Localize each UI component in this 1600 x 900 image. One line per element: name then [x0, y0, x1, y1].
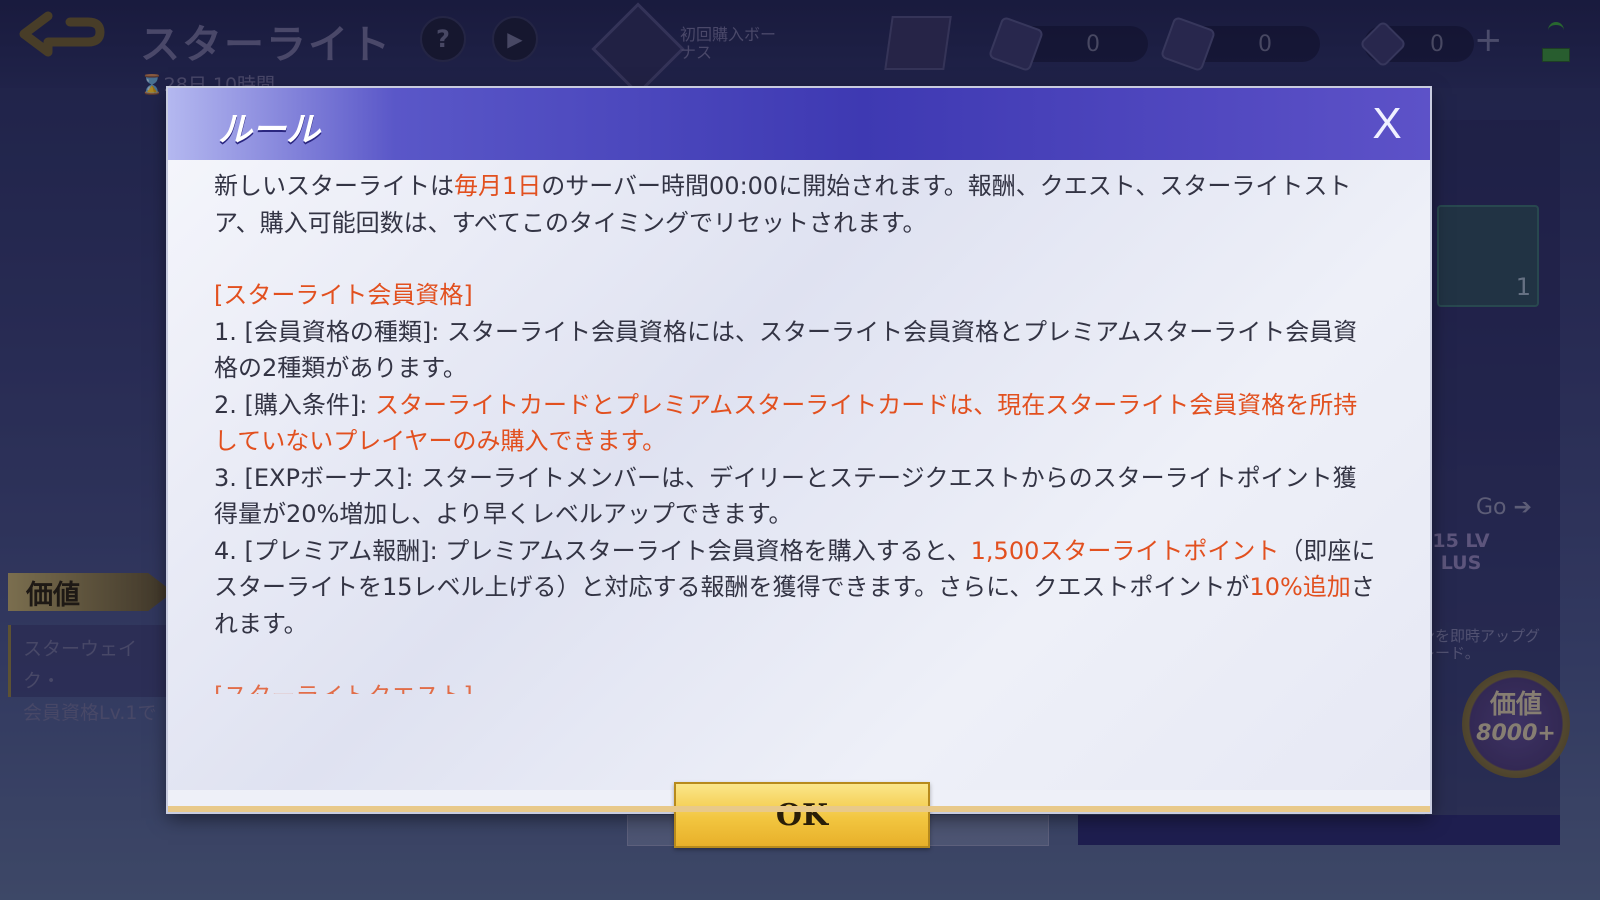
dialog-title: ルール	[218, 110, 320, 150]
rule-item-4: 4. [プレミアム報酬]: プレミアムスターライト会員資格を購入すると、1,50…	[214, 536, 1376, 638]
section-membership-heading: [スターライト会員資格]	[214, 281, 473, 309]
rule-item-1: 1. [会員資格の種類]: スターライト会員資格には、スターライト会員資格とプレ…	[214, 317, 1358, 383]
section-quest-heading: [スターライトクエスト]	[214, 678, 1376, 694]
rules-dialog: ルール X 新しいスターライトは毎月1日のサーバー時間00:00に開始されます。…	[168, 88, 1430, 848]
rule-item-2: 2. [購入条件]: スターライトカードとプレミアムスターライトカードは、現在ス…	[214, 390, 1358, 456]
rules-intro: 新しいスターライトは毎月1日のサーバー時間00:00に開始されます。報酬、クエス…	[214, 172, 1352, 237]
rule-item-3: 3. [EXPボーナス]: スターライトメンバーは、デイリーとステージクエストか…	[214, 463, 1357, 529]
close-button[interactable]: X	[1364, 99, 1410, 148]
dialog-bottom-bar	[168, 806, 1430, 812]
rules-scroll-area[interactable]: 新しいスターライトは毎月1日のサーバー時間00:00に開始されます。報酬、クエス…	[214, 168, 1376, 694]
ok-button[interactable]: OK	[674, 782, 930, 848]
dialog-body: 新しいスターライトは毎月1日のサーバー時間00:00に開始されます。報酬、クエス…	[168, 160, 1430, 848]
dialog-header: ルール X	[168, 88, 1430, 160]
